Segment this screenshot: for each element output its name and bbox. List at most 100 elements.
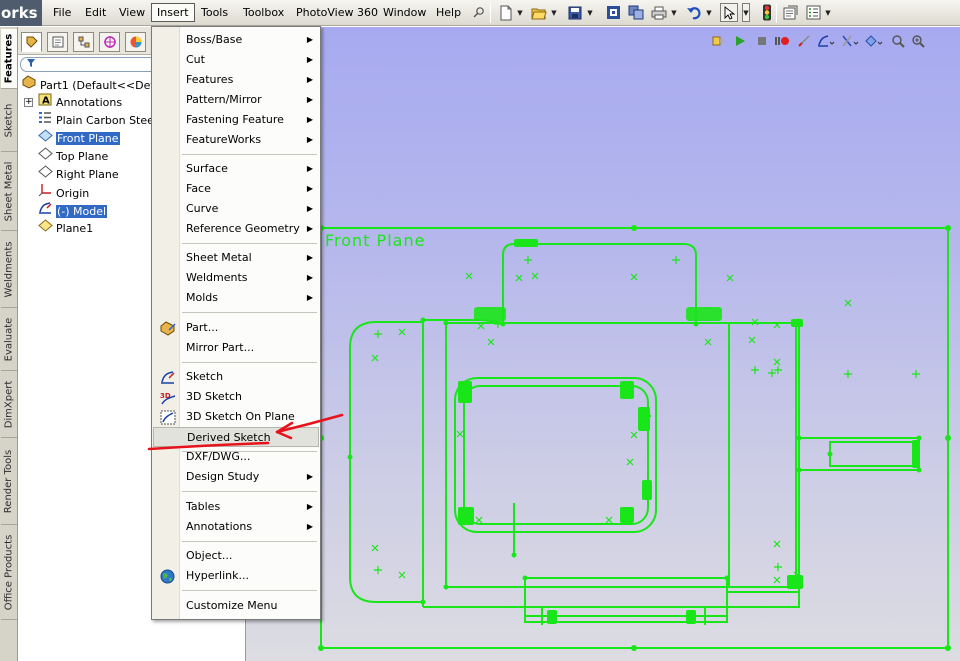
menu-item-curve[interactable]: Curve ▶ bbox=[153, 199, 319, 219]
undo-icon[interactable] bbox=[685, 3, 703, 22]
submenu-arrow-icon: ▶ bbox=[306, 115, 313, 124]
chevron-down-icon[interactable]: ▼ bbox=[586, 3, 594, 22]
chevron-down-icon[interactable]: ▼ bbox=[742, 3, 750, 22]
menu-item-sheet-metal[interactable]: Sheet Metal ▶ bbox=[153, 248, 319, 268]
chevron-down-icon[interactable]: ▼ bbox=[516, 3, 524, 22]
print-icon[interactable] bbox=[650, 3, 668, 22]
feature-tree-tab[interactable] bbox=[21, 32, 42, 52]
submenu-arrow-icon: ▶ bbox=[306, 273, 313, 282]
menu-file[interactable]: File bbox=[48, 3, 76, 22]
menu-item-surface[interactable]: Surface ▶ bbox=[153, 159, 319, 179]
menu-item-reference-geometry[interactable]: Reference Geometry ▶ bbox=[153, 219, 319, 239]
tab-features[interactable]: Features bbox=[1, 29, 17, 89]
chevron-down-icon[interactable]: ▼ bbox=[670, 3, 678, 22]
chevron-down-icon[interactable]: ▼ bbox=[705, 3, 713, 22]
menu-window[interactable]: Window bbox=[378, 3, 431, 22]
property-manager-tab[interactable] bbox=[47, 32, 68, 52]
tree-item-origin[interactable]: Origin bbox=[36, 183, 89, 200]
menu-item-pattern-mirror[interactable]: Pattern/Mirror ▶ bbox=[153, 90, 319, 110]
menu-item-tables[interactable]: Tables ▶ bbox=[153, 497, 319, 517]
tree-item-annotations[interactable]: A Annotations bbox=[36, 93, 122, 110]
display-manager-tab[interactable] bbox=[125, 32, 146, 52]
menu-item-dxf-dwg[interactable]: DXF/DWG... bbox=[153, 447, 319, 467]
menu-item-molds[interactable]: Molds ▶ bbox=[153, 288, 319, 308]
menu-item-object[interactable]: Object... bbox=[153, 546, 319, 566]
submenu-arrow-icon: ▶ bbox=[306, 95, 313, 104]
menu-item-fastening-feature[interactable]: Fastening Feature ▶ bbox=[153, 110, 319, 130]
menu-item-cut[interactable]: Cut ▶ bbox=[153, 50, 319, 70]
expand-toggle[interactable]: + bbox=[24, 98, 33, 107]
menu-item-3d-sketch[interactable]: 3D 3D Sketch bbox=[153, 387, 319, 407]
sketch-geometry[interactable]: Front Plane bbox=[246, 27, 960, 661]
chevron-down-icon[interactable]: ▼ bbox=[824, 3, 832, 22]
menu-item-boss-base[interactable]: Boss/Base ▶ bbox=[153, 30, 319, 50]
menu-item-part[interactable]: Part... bbox=[153, 318, 319, 338]
menu-item-3d-sketch-on-plane[interactable]: 3D Sketch On Plane bbox=[153, 407, 319, 427]
sketch-icon bbox=[159, 369, 176, 385]
inner-frame bbox=[445, 322, 797, 588]
tree-item-top-plane[interactable]: Top Plane bbox=[36, 147, 108, 164]
new-document-icon[interactable] bbox=[497, 3, 515, 22]
dimxpert-tab[interactable] bbox=[99, 32, 120, 52]
sketch-icon bbox=[36, 201, 54, 220]
copy-icon[interactable] bbox=[627, 3, 645, 22]
graphics-area[interactable]: Front Plane bbox=[246, 27, 960, 661]
tree-item-right-plane[interactable]: Right Plane bbox=[36, 165, 119, 182]
tab-office-products[interactable]: Office Products bbox=[1, 526, 17, 620]
tab-evaluate[interactable]: Evaluate bbox=[1, 309, 17, 371]
select-arrow-icon[interactable] bbox=[720, 3, 738, 22]
menu-separator bbox=[182, 491, 317, 492]
open-folder-icon[interactable] bbox=[530, 3, 548, 22]
menu-item-design-study[interactable]: Design Study ▶ bbox=[153, 467, 319, 487]
tree-root-part[interactable]: Part1 (Default<<Defa bbox=[20, 75, 161, 92]
globe-icon bbox=[159, 568, 176, 584]
menu-help[interactable]: Help bbox=[431, 3, 466, 22]
menu-edit[interactable]: Edit bbox=[80, 3, 111, 22]
file-properties-icon[interactable] bbox=[781, 3, 799, 22]
submenu-arrow-icon: ▶ bbox=[306, 164, 313, 173]
left-tab-outline bbox=[349, 321, 424, 603]
submenu-arrow-icon: ▶ bbox=[306, 184, 313, 193]
menu-separator bbox=[182, 154, 317, 155]
menu-item-derived-sketch[interactable]: Derived Sketch bbox=[153, 427, 319, 447]
tab-render-tools[interactable]: Render Tools bbox=[1, 439, 17, 525]
menu-insert[interactable]: Insert bbox=[151, 3, 195, 22]
app-logo: orks bbox=[0, 0, 42, 26]
menu-item-hyperlink[interactable]: Hyperlink... bbox=[153, 566, 319, 586]
submenu-arrow-icon: ▶ bbox=[306, 55, 313, 64]
chevron-down-icon[interactable]: ▼ bbox=[550, 3, 558, 22]
configuration-tab[interactable] bbox=[73, 32, 94, 52]
tree-filter-input[interactable] bbox=[20, 57, 160, 72]
part-icon bbox=[20, 75, 38, 94]
tab-sketch[interactable]: Sketch bbox=[1, 90, 17, 152]
submenu-arrow-icon: ▶ bbox=[306, 293, 313, 302]
menu-item-features[interactable]: Features ▶ bbox=[153, 70, 319, 90]
tab-dimxpert[interactable]: DimXpert bbox=[1, 372, 17, 438]
tab-sheet-metal[interactable]: Sheet Metal bbox=[1, 153, 17, 231]
menu-item-mirror-part[interactable]: Mirror Part... bbox=[153, 338, 319, 358]
traffic-light-icon[interactable] bbox=[758, 3, 776, 22]
menu-tools[interactable]: Tools bbox=[196, 3, 233, 22]
tree-item-material[interactable]: Plain Carbon Steel bbox=[36, 111, 157, 128]
tree-item-model-sketch[interactable]: (-) Model bbox=[36, 201, 108, 220]
menu-item-face[interactable]: Face ▶ bbox=[153, 179, 319, 199]
menu-separator bbox=[182, 362, 317, 363]
save-icon[interactable] bbox=[566, 3, 584, 22]
menu-item-featureworks[interactable]: FeatureWorks ▶ bbox=[153, 130, 319, 150]
menu-photoview[interactable]: PhotoView 360 bbox=[291, 3, 383, 22]
tree-item-plane1[interactable]: Plane1 bbox=[36, 219, 93, 236]
plane-icon bbox=[36, 165, 54, 183]
menu-toolbox[interactable]: Toolbox bbox=[238, 3, 289, 22]
plane-label: Front Plane bbox=[325, 231, 425, 250]
menu-item-annotations[interactable]: Annotations ▶ bbox=[153, 517, 319, 537]
menu-item-customize-menu[interactable]: Customize Menu bbox=[153, 596, 319, 616]
submenu-arrow-icon: ▶ bbox=[306, 253, 313, 262]
rebuild-icon[interactable] bbox=[604, 3, 622, 22]
menu-item-sketch[interactable]: Sketch bbox=[153, 367, 319, 387]
pushpin-icon[interactable] bbox=[469, 3, 487, 22]
menu-view[interactable]: View bbox=[114, 3, 150, 22]
tab-weldments[interactable]: Weldments bbox=[1, 232, 17, 308]
settings-list-icon[interactable] bbox=[804, 3, 822, 22]
tree-item-front-plane[interactable]: Front Plane bbox=[36, 129, 120, 146]
menu-item-weldments[interactable]: Weldments ▶ bbox=[153, 268, 319, 288]
